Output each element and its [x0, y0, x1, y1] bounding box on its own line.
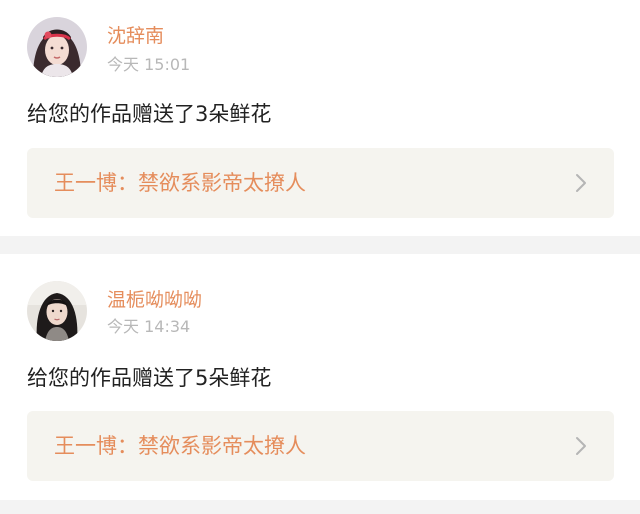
work-link[interactable]: 王一博：禁欲系影帝太撩人 [27, 411, 614, 481]
card-divider [0, 236, 640, 254]
notification-feed: 沈辞南 今天 15:01 给您的作品赠送了3朵鲜花 王一博：禁欲系影帝太撩人 温… [0, 0, 640, 514]
work-title: 王一博：禁欲系影帝太撩人 [54, 171, 306, 195]
card-divider [0, 500, 640, 514]
chevron-right-icon [574, 173, 588, 193]
avatar[interactable] [27, 281, 87, 341]
chevron-right-icon [574, 436, 588, 456]
avatar-girl-headband-icon [27, 17, 87, 77]
gift-message: 给您的作品赠送了5朵鲜花 [27, 366, 272, 390]
timestamp: 今天 14:34 [107, 317, 191, 336]
notification-card: 沈辞南 今天 15:01 给您的作品赠送了3朵鲜花 王一博：禁欲系影帝太撩人 [0, 0, 640, 236]
avatar-girl-longhair-icon [27, 281, 87, 341]
username[interactable]: 温栀呦呦呦 [107, 289, 202, 311]
avatar[interactable] [27, 17, 87, 77]
work-link[interactable]: 王一博：禁欲系影帝太撩人 [27, 148, 614, 218]
timestamp: 今天 15:01 [107, 55, 191, 74]
gift-message: 给您的作品赠送了3朵鲜花 [27, 102, 272, 126]
notification-card: 温栀呦呦呦 今天 14:34 给您的作品赠送了5朵鲜花 王一博：禁欲系影帝太撩人 [0, 254, 640, 500]
work-title: 王一博：禁欲系影帝太撩人 [54, 434, 306, 458]
username[interactable]: 沈辞南 [107, 25, 164, 47]
